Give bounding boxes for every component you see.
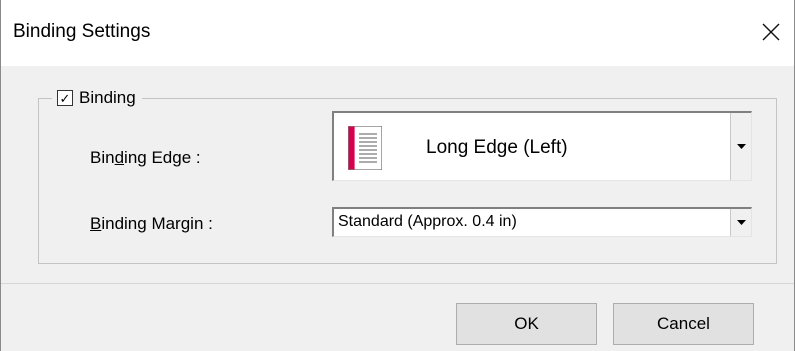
close-button[interactable] [748,12,794,52]
checkmark-icon: ✓ [59,90,71,106]
binding-edge-combobox[interactable]: Long Edge (Left) [332,111,752,181]
chevron-down-icon [736,220,746,225]
binding-checkbox-row[interactable]: ✓ Binding [52,86,142,110]
book-left-binding-icon [348,126,382,170]
title-bar: Binding Settings [0,0,795,66]
binding-margin-label: Binding Margin : [90,214,213,233]
close-icon [762,23,780,41]
binding-margin-combobox[interactable]: Standard (Approx. 0.4 in) [332,207,752,237]
binding-edge-label: Binding Edge : [90,148,201,167]
binding-margin-dropdown-button[interactable] [730,209,751,236]
binding-checkbox[interactable]: ✓ [57,90,73,106]
cancel-button[interactable]: Cancel [613,303,754,345]
chevron-down-icon [736,144,746,149]
binding-margin-value: Standard (Approx. 0.4 in) [338,213,517,230]
binding-edge-value: Long Edge (Left) [426,137,568,158]
binding-checkbox-label: Binding [79,88,136,107]
footer-divider [1,283,794,284]
ok-button[interactable]: OK [456,303,597,345]
dialog-title: Binding Settings [13,21,151,42]
binding-edge-dropdown-button[interactable] [730,113,751,180]
